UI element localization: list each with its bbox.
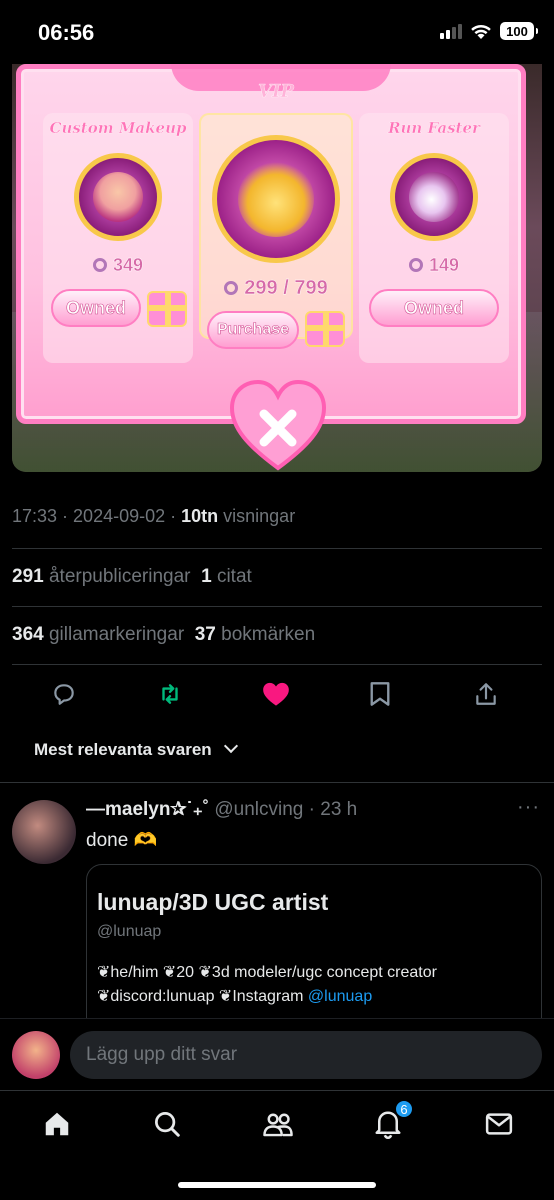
reply-header: —maelyn✰˙₊˚ @unlcving · 23 h [86, 799, 358, 820]
owned-button[interactable]: Owned [51, 289, 141, 327]
action-bar [0, 672, 554, 716]
gift-icon[interactable] [305, 311, 345, 347]
cellular-signal-icon [440, 23, 462, 39]
retweet-icon [162, 684, 178, 704]
battery-icon: 100 [500, 22, 538, 40]
reply-button[interactable] [48, 678, 80, 710]
share-button[interactable] [470, 678, 502, 710]
heart-icon [263, 682, 289, 706]
makeup-artwork [74, 153, 162, 241]
vip-crown-artwork [212, 135, 340, 263]
home-icon [45, 1112, 69, 1136]
share-icon [476, 683, 496, 705]
status-bar: 06:56 100 [0, 0, 554, 64]
shoe-artwork [390, 153, 478, 241]
card-custom-makeup: Custom Makeup 349 Owned [43, 113, 193, 363]
shop-panel: Custom Makeup 349 Owned VIP 299 / 799 Pu… [16, 64, 526, 424]
reply-composer: Lägg upp ditt svar [0, 1018, 554, 1090]
status-time: 06:56 [38, 20, 95, 45]
avatar[interactable] [12, 800, 76, 864]
reply-input[interactable]: Lägg upp ditt svar [70, 1031, 542, 1079]
reposts-row[interactable]: 291 återpubliceringar 1 citat [12, 566, 252, 588]
communities-icon [263, 1113, 293, 1137]
embed-profile-name: lunuap/3D UGC artist [97, 889, 329, 915]
search-icon [155, 1112, 180, 1137]
likes-row[interactable]: 364 gillamarkeringar 37 bokmärken [12, 624, 315, 646]
coin-icon [92, 258, 107, 272]
divider [12, 664, 542, 665]
retweet-button[interactable] [154, 678, 186, 710]
price: 349 [43, 255, 193, 276]
post-meta: 17:33 · 2024-09-02 · 10tn visningar [12, 506, 296, 526]
coin-icon [408, 258, 423, 272]
reply-icon [54, 684, 74, 705]
notification-badge: 6 [394, 1099, 414, 1119]
card-title: Custom Makeup [49, 119, 187, 137]
card-title: VIP [258, 81, 294, 102]
embedded-profile-card[interactable]: lunuap/3D UGC artist @lunuap ❦he/him ❦20… [86, 864, 542, 1034]
card-vip: VIP 299 / 799 Purchase [199, 81, 353, 349]
card-title: Run Faster [388, 119, 480, 137]
home-indicator [178, 1182, 376, 1188]
nav-communities[interactable] [262, 1109, 293, 1139]
post-image[interactable]: Custom Makeup 349 Owned VIP 299 / 799 Pu… [12, 64, 542, 472]
nav-home[interactable] [42, 1109, 72, 1139]
nav-notifications[interactable]: 6 [374, 1099, 414, 1139]
embed-profile-handle: @lunuap [97, 923, 162, 940]
divider [12, 548, 542, 549]
reply-text: done 🫶 [86, 830, 158, 851]
avatar [12, 1031, 60, 1079]
gift-icon[interactable] [147, 291, 187, 327]
purchase-button[interactable]: Purchase [207, 311, 299, 349]
status-icons: 100 [440, 22, 538, 40]
bookmark-button[interactable] [364, 678, 396, 710]
nav-search[interactable] [152, 1109, 182, 1139]
views-count: 10tn [181, 506, 219, 526]
reply-age: 23 h [320, 799, 358, 820]
mail-icon [485, 1113, 513, 1135]
price: 149 [359, 255, 509, 276]
coin-icon [224, 281, 239, 295]
owned-button[interactable]: Owned [369, 289, 499, 327]
nav-messages[interactable] [484, 1109, 514, 1139]
chevron-down-icon [223, 738, 238, 754]
bookmark-icon [370, 682, 390, 706]
wifi-icon [471, 24, 491, 39]
divider [12, 606, 542, 607]
more-options-icon[interactable]: ··· [517, 796, 540, 819]
embed-profile-bio: ❦he/him ❦20 ❦3d modeler/ugc concept crea… [97, 964, 437, 1005]
bio-link[interactable]: @lunuap [308, 988, 372, 1005]
sort-dropdown[interactable]: Mest relevanta svaren [34, 738, 238, 760]
like-button[interactable] [260, 678, 292, 710]
price: 299 / 799 [201, 277, 351, 300]
user-handle[interactable]: @unlcving [214, 799, 303, 820]
display-name[interactable]: —maelyn✰˙₊˚ [86, 799, 209, 820]
divider [0, 782, 554, 783]
heart-close-icon[interactable] [228, 380, 328, 472]
card-run-faster: Run Faster 149 Owned [359, 113, 509, 363]
